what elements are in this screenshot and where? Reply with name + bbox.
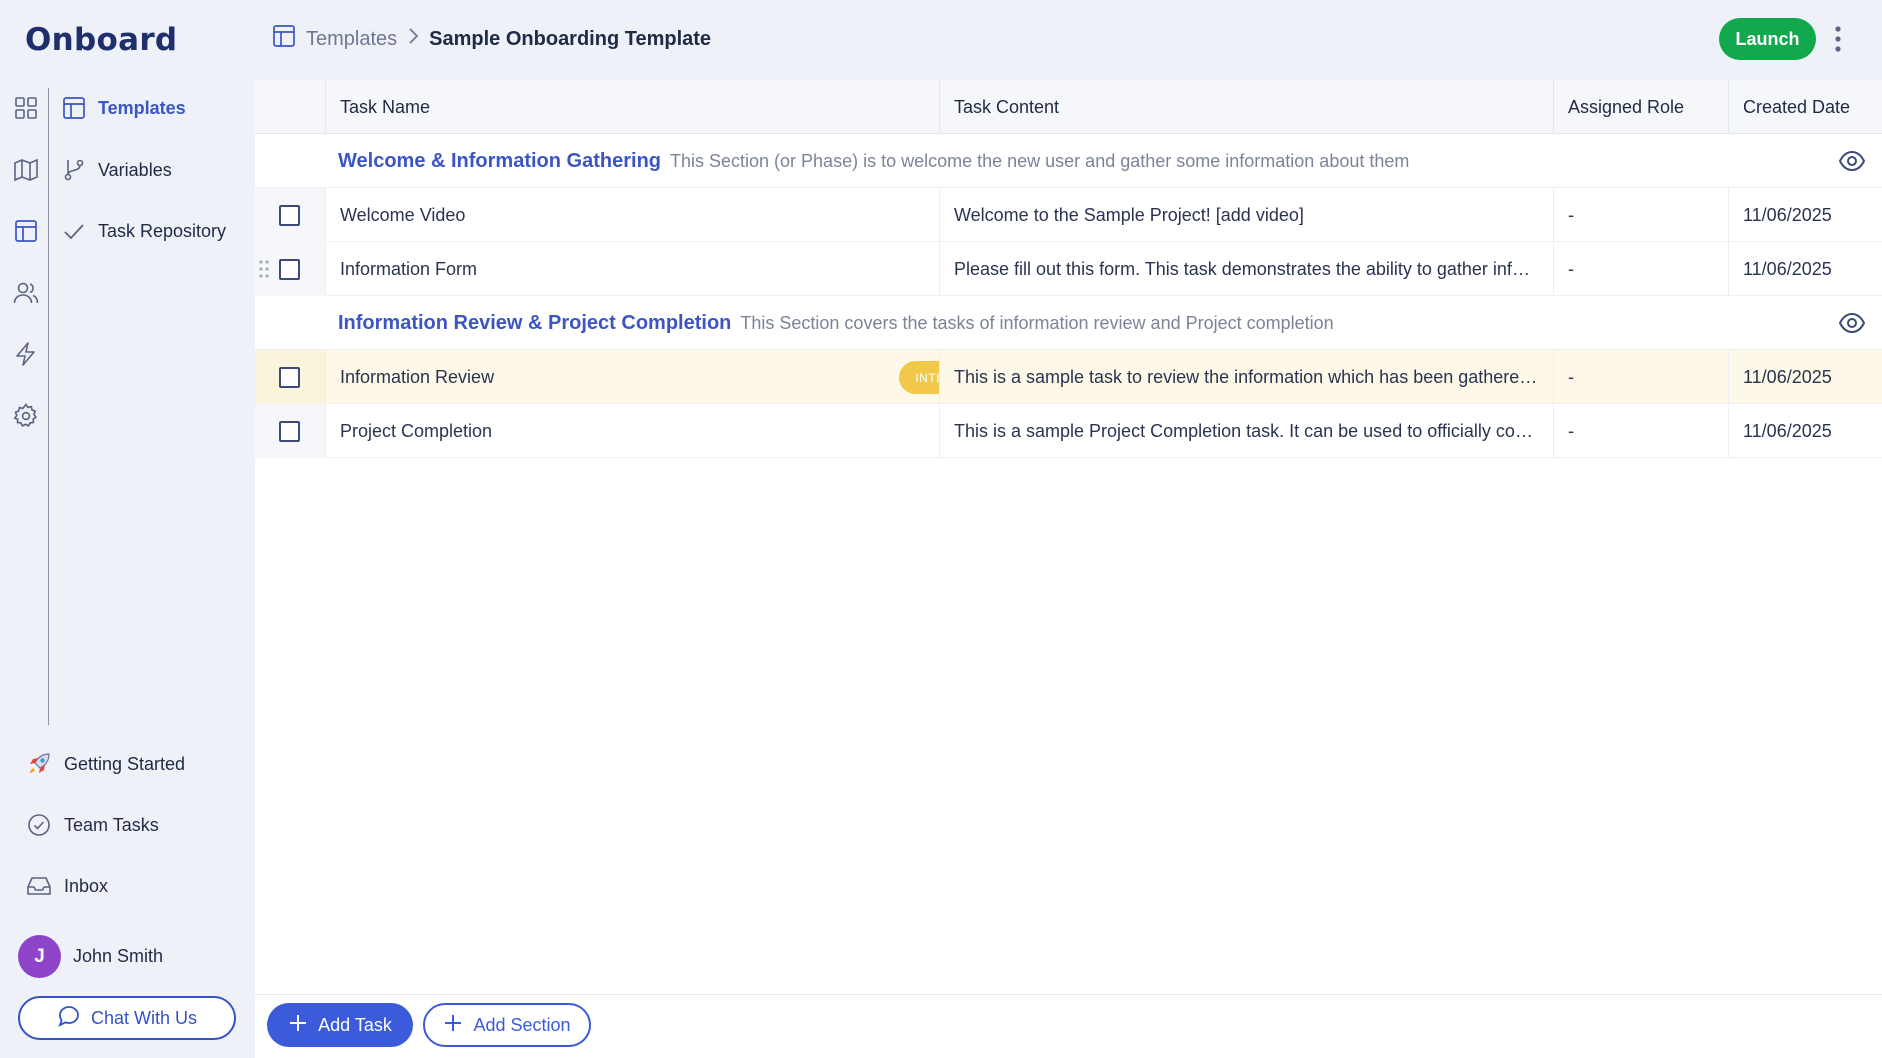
created-date-cell: 11/06/2025 xyxy=(1728,188,1882,242)
row-checkbox[interactable] xyxy=(279,204,300,226)
inbox-label: Inbox xyxy=(64,875,109,896)
created-date-cell: 11/06/2025 xyxy=(1728,404,1882,458)
table-row[interactable]: Information Form Please fill out this fo… xyxy=(255,242,1882,296)
assigned-role-cell: - xyxy=(1553,188,1728,242)
table-row[interactable]: Information Review INTERNAL This is a sa… xyxy=(255,350,1882,404)
row-checkbox[interactable] xyxy=(279,366,300,388)
column-header-created-date[interactable]: Created Date xyxy=(1728,80,1882,134)
section-description: This Section (or Phase) is to welcome th… xyxy=(670,150,1410,171)
layout-icon[interactable] xyxy=(13,218,39,244)
row-checkbox[interactable] xyxy=(279,258,300,280)
section-description: This Section covers the tasks of informa… xyxy=(740,312,1334,333)
task-content-text: Please fill out this form. This task dem… xyxy=(954,258,1539,279)
inbox-link[interactable]: Inbox xyxy=(26,871,108,901)
task-name-text: Information Review xyxy=(340,366,495,387)
column-header-assigned-role[interactable]: Assigned Role xyxy=(1553,80,1728,134)
more-options-icon[interactable] xyxy=(1826,22,1850,56)
layout-icon xyxy=(62,96,86,120)
add-section-button[interactable]: Add Section xyxy=(423,1003,591,1047)
app-logo[interactable]: Onboard xyxy=(25,22,177,58)
task-content-cell: This is a sample Project Completion task… xyxy=(939,404,1553,458)
column-header-task-content[interactable]: Task Content xyxy=(939,80,1553,134)
table-footer: Add Task Add Section xyxy=(255,994,1882,1058)
created-date-cell: 11/06/2025 xyxy=(1728,350,1882,404)
assigned-role-cell: - xyxy=(1553,350,1728,404)
launch-button[interactable]: Launch xyxy=(1719,18,1816,60)
plus-icon xyxy=(288,1013,308,1038)
table-row[interactable]: Project Completion This is a sample Proj… xyxy=(255,404,1882,458)
chat-label: Chat With Us xyxy=(90,1007,198,1028)
task-content-text: This is a sample Project Completion task… xyxy=(954,420,1539,441)
branch-icon xyxy=(62,158,86,182)
add-task-button[interactable]: Add Task xyxy=(267,1003,413,1047)
eye-icon[interactable] xyxy=(1838,310,1866,336)
team-tasks-link[interactable]: Team Tasks xyxy=(26,810,159,840)
subnav-item-task-repository[interactable]: Task Repository xyxy=(62,213,226,249)
section-name[interactable]: Information Review & Project Completion xyxy=(338,312,731,335)
map-icon[interactable] xyxy=(13,157,39,183)
drag-handle-icon[interactable] xyxy=(258,259,270,279)
add-task-label: Add Task xyxy=(318,1014,392,1035)
getting-started-link[interactable]: Getting Started xyxy=(26,749,185,779)
section-title: Welcome & Information Gathering This Sec… xyxy=(338,134,1409,188)
check-icon xyxy=(62,219,86,243)
row-select-cell xyxy=(255,188,325,242)
created-date-cell: 11/06/2025 xyxy=(1728,242,1882,296)
eye-icon[interactable] xyxy=(1838,148,1866,174)
chat-bubble-icon xyxy=(57,1004,81,1033)
task-name-cell[interactable]: Welcome Video xyxy=(325,188,939,242)
add-section-label: Add Section xyxy=(473,1014,571,1035)
internal-badge: INTERNAL xyxy=(899,361,939,394)
subnav-item-variables[interactable]: Variables xyxy=(62,152,172,188)
inbox-icon xyxy=(26,873,52,899)
column-header-task-name[interactable]: Task Name xyxy=(325,80,939,134)
assigned-role-cell: - xyxy=(1553,242,1728,296)
getting-started-label: Getting Started xyxy=(64,753,186,774)
user-profile[interactable]: J John Smith xyxy=(18,935,163,978)
rail-divider xyxy=(48,88,49,725)
section-title: Information Review & Project Completion … xyxy=(338,296,1334,350)
breadcrumb-templates-link[interactable]: Templates xyxy=(306,28,397,51)
check-circle-icon xyxy=(26,812,52,838)
task-name-cell[interactable]: Project Completion xyxy=(325,404,939,458)
users-icon[interactable] xyxy=(13,280,39,306)
task-content-text: This is a sample task to review the info… xyxy=(954,366,1539,387)
dashboard-icon[interactable] xyxy=(13,95,39,121)
section-name[interactable]: Welcome & Information Gathering xyxy=(338,150,661,173)
table-header: Task Name Task Content Assigned Role Cre… xyxy=(255,80,1882,134)
layout-icon xyxy=(272,24,296,54)
row-select-cell xyxy=(255,350,325,404)
section-header-row: Welcome & Information Gathering This Sec… xyxy=(255,134,1882,188)
chat-with-us-button[interactable]: Chat With Us xyxy=(18,996,236,1040)
avatar: J xyxy=(18,935,61,978)
row-checkbox[interactable] xyxy=(279,420,300,442)
gear-icon[interactable] xyxy=(13,403,39,429)
rocket-icon xyxy=(26,751,52,777)
task-content-cell: Please fill out this form. This task dem… xyxy=(939,242,1553,296)
subnav-label: Variables xyxy=(98,159,172,180)
subnav-label: Task Repository xyxy=(98,220,227,241)
page-title: Sample Onboarding Template xyxy=(429,27,712,50)
user-name: John Smith xyxy=(73,946,164,966)
row-select-cell xyxy=(255,404,325,458)
subnav-item-templates[interactable]: Templates xyxy=(62,90,186,126)
subnav-label: Templates xyxy=(98,97,186,118)
task-name-cell[interactable]: Information Review INTERNAL xyxy=(325,350,939,404)
task-table-panel: Task Name Task Content Assigned Role Cre… xyxy=(255,80,1882,1058)
section-header-row: Information Review & Project Completion … xyxy=(255,296,1882,350)
plus-icon xyxy=(443,1013,463,1038)
team-tasks-label: Team Tasks xyxy=(64,814,159,835)
task-content-cell: This is a sample task to review the info… xyxy=(939,350,1553,404)
assigned-role-cell: - xyxy=(1553,404,1728,458)
task-content-cell: Welcome to the Sample Project! [add vide… xyxy=(939,188,1553,242)
chevron-right-icon xyxy=(407,27,419,51)
row-select-cell xyxy=(255,242,325,296)
task-content-text: Welcome to the Sample Project! [add vide… xyxy=(954,204,1304,225)
table-row[interactable]: Welcome Video Welcome to the Sample Proj… xyxy=(255,188,1882,242)
bolt-icon[interactable] xyxy=(13,341,39,367)
task-name-cell[interactable]: Information Form xyxy=(325,242,939,296)
breadcrumb: Templates Sample Onboarding Template xyxy=(272,24,711,54)
